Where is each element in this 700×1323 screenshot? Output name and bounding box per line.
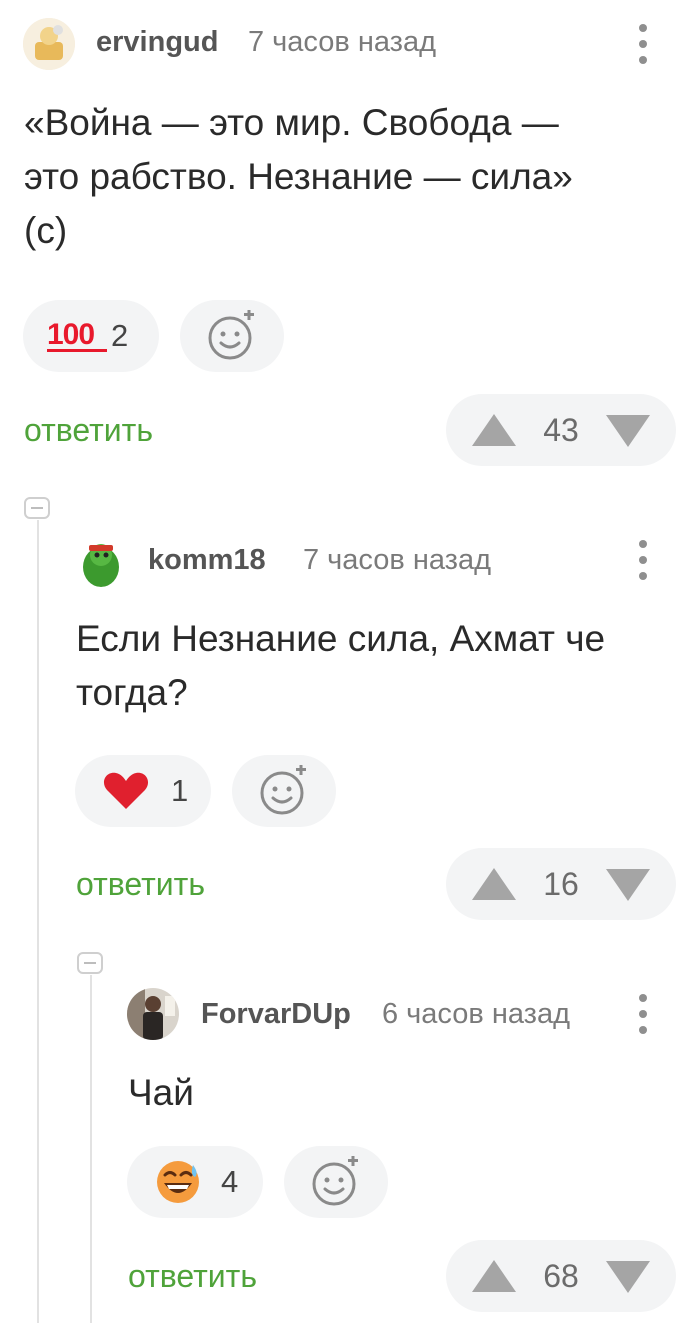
more-options-icon[interactable] (638, 994, 648, 1038)
reaction-button[interactable]: 100 2 (23, 300, 159, 372)
reply-link[interactable]: ответить (24, 412, 153, 449)
comment-text-line: (с) (24, 210, 68, 251)
reaction-count: 2 (111, 318, 129, 353)
reaction-count: 4 (221, 1164, 239, 1199)
hundred-points-icon: 100 (47, 319, 107, 352)
downvote-icon[interactable] (606, 1261, 650, 1293)
author-name[interactable]: ForvarDUp (201, 998, 351, 1031)
add-reaction-button[interactable] (232, 755, 336, 827)
author-name[interactable]: komm18 (148, 544, 266, 577)
comment-text: Если Незнание сила, Ахмат че тогда? (76, 612, 686, 720)
comment-text-line: Чай (128, 1072, 194, 1113)
add-reaction-smiley-icon (208, 310, 254, 360)
comment-text: «Война — это мир. Свобода — это рабство.… (24, 96, 684, 258)
comment-text-line: «Война — это мир. Свобода — (24, 102, 559, 143)
reply-link[interactable]: ответить (76, 866, 205, 903)
reaction-button[interactable]: 4 (127, 1146, 263, 1218)
downvote-icon[interactable] (606, 869, 650, 901)
comment-text-line: Если Незнание сила, Ахмат че (76, 618, 606, 659)
downvote-icon[interactable] (606, 415, 650, 447)
add-reaction-smiley-icon (312, 1156, 358, 1206)
rating-widget: 43 (446, 394, 676, 466)
avatar[interactable] (75, 535, 127, 587)
timestamp: 7 часов назад (248, 26, 437, 58)
add-reaction-button[interactable] (284, 1146, 388, 1218)
grinning-sweat-icon (157, 1161, 199, 1203)
avatar[interactable] (127, 988, 179, 1040)
thread-line-level-2 (90, 975, 92, 1323)
rating-widget: 16 (446, 848, 676, 920)
more-options-icon[interactable] (638, 24, 648, 68)
rating-widget: 68 (446, 1240, 676, 1312)
collapse-thread-button[interactable] (77, 952, 103, 974)
reply-link[interactable]: ответить (128, 1258, 257, 1295)
add-reaction-button[interactable] (180, 300, 284, 372)
comment-text: Чай (128, 1066, 668, 1120)
comment-text-line: это рабство. Незнание — сила» (24, 156, 573, 197)
timestamp: 7 часов назад (303, 544, 492, 576)
avatar[interactable] (23, 18, 75, 70)
author-name[interactable]: ervingud (96, 26, 218, 59)
more-options-icon[interactable] (638, 540, 648, 584)
collapse-thread-button[interactable] (24, 497, 50, 519)
reaction-count: 1 (171, 773, 189, 808)
thread-line-level-1 (37, 520, 39, 1323)
reaction-button[interactable]: 1 (75, 755, 211, 827)
comment-text-line: тогда? (76, 672, 188, 713)
timestamp: 6 часов назад (382, 998, 571, 1030)
add-reaction-smiley-icon (260, 765, 306, 815)
red-heart-icon (103, 772, 149, 809)
